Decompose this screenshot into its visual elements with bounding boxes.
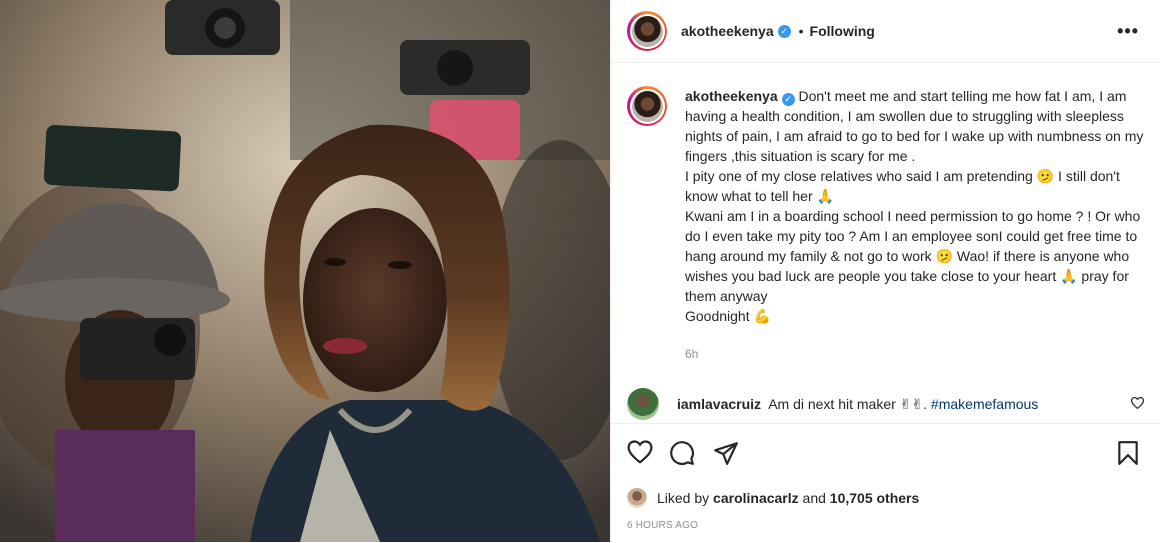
- post-header: akotheekenya ✓ • Following •••: [611, 0, 1160, 63]
- verified-badge-icon: ✓: [781, 93, 795, 106]
- photo-illustration: [0, 0, 610, 542]
- post-side-panel: akotheekenya ✓ • Following ••• akotheeke…: [610, 0, 1160, 542]
- heart-icon[interactable]: [627, 440, 653, 464]
- likes-count[interactable]: 10,705 others: [830, 490, 920, 506]
- comment-row: iamlavacruiz Am di next hit maker ✌✌. #m…: [627, 388, 1147, 420]
- author-username[interactable]: akotheekenya: [681, 23, 774, 39]
- likes-middle: and: [802, 490, 826, 506]
- more-options-icon[interactable]: •••: [1117, 22, 1139, 40]
- share-icon[interactable]: [713, 440, 739, 466]
- comment-like-heart-icon[interactable]: [1131, 397, 1144, 409]
- caption-username[interactable]: akotheekenya: [685, 88, 778, 104]
- instagram-post: akotheekenya ✓ • Following ••• akotheeke…: [0, 0, 1160, 542]
- avatar-image: [631, 15, 663, 47]
- comment-body: Am di next hit maker ✌✌.: [768, 395, 928, 412]
- caption-line: Goodnight 💪: [685, 308, 771, 324]
- post-photo[interactable]: [0, 0, 610, 542]
- separator-dot: •: [798, 23, 804, 39]
- verified-badge-icon: ✓: [777, 24, 791, 38]
- author-avatar[interactable]: [627, 11, 667, 51]
- post-age[interactable]: 6 HOURS AGO: [627, 520, 698, 531]
- caption-timestamp[interactable]: 6h: [685, 347, 698, 361]
- likes-summary: Liked by carolinacarlz and 10,705 others: [627, 488, 919, 508]
- following-button[interactable]: Following: [810, 23, 875, 39]
- comment-text: iamlavacruiz Am di next hit maker ✌✌. #m…: [677, 396, 1038, 413]
- action-bar: Liked by carolinacarlz and 10,705 others…: [611, 423, 1160, 543]
- liker-avatar[interactable]: [627, 488, 647, 508]
- comment-hashtag[interactable]: #makemefamous: [931, 396, 1038, 412]
- likes-prefix: Liked by: [657, 490, 710, 506]
- caption-line: Kwani am I in a boarding school I need p…: [685, 208, 1141, 304]
- avatar-image: [631, 90, 663, 122]
- comment-icon[interactable]: [669, 440, 695, 466]
- liker-username[interactable]: carolinacarlz: [713, 490, 799, 506]
- caption-line: I pity one of my close relatives who sai…: [685, 168, 1120, 204]
- bookmark-icon[interactable]: [1117, 440, 1139, 466]
- commenter-username[interactable]: iamlavacruiz: [677, 396, 761, 412]
- commenter-avatar[interactable]: [627, 388, 659, 420]
- caption-avatar[interactable]: [627, 86, 667, 126]
- post-caption: akotheekenya ✓ Don't meet me and start te…: [627, 86, 1147, 326]
- caption-text: akotheekenya ✓ Don't meet me and start te…: [685, 86, 1147, 326]
